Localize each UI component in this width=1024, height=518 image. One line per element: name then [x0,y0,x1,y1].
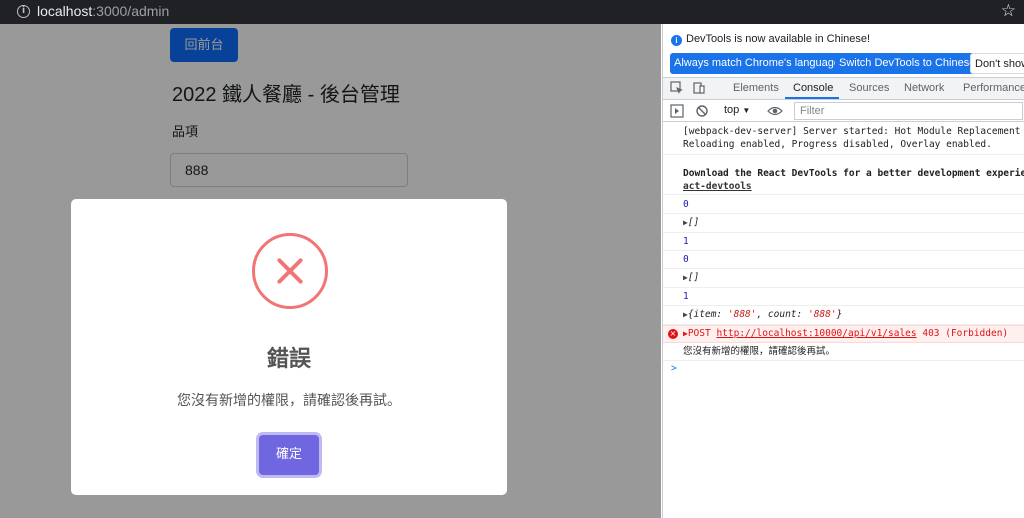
log-text: , count: [756,309,808,320]
modal-message: 您沒有新增的權限，請確認後再試。 [177,393,401,409]
tab-network[interactable]: Network [904,82,944,94]
address-bar[interactable]: i localhost:3000/admin ☆ [0,0,1024,24]
eye-icon[interactable] [767,104,783,118]
console-prompt[interactable]: > [663,361,1024,379]
context-value: top [724,104,740,116]
modal-title: 錯誤 [266,347,311,372]
log-text: {item: [687,309,728,320]
error-url-link[interactable]: http://localhost:10000/api/v1/sales [716,328,916,339]
tab-console[interactable]: Console [793,82,833,94]
error-modal: 錯誤 您沒有新增的權限，請確認後再試。 確定 [71,199,507,495]
log-text: Reloading enabled, Progress disabled, Ov… [683,139,992,150]
error-circle-icon: × [668,329,678,339]
url-text[interactable]: localhost:3000/admin [37,3,169,19]
react-devtools-link[interactable]: act-devtools [683,180,1024,193]
log-text: } [836,309,843,320]
url-path: :3000/admin [92,3,170,19]
sidebar-toggle-icon[interactable] [670,104,684,118]
error-x-icon [252,233,328,309]
clear-console-icon[interactable] [695,104,709,118]
log-error[interactable]: × ▶POST http://localhost:10000/api/v1/sa… [663,325,1024,343]
infobar-message: DevTools is now available in Chinese! [686,33,871,45]
log-text: Download the React DevTools for a better… [683,168,1024,179]
log-text: [webpack-dev-server] Server started: Hot… [683,126,1024,137]
tab-elements[interactable]: Elements [733,82,779,94]
log-string: '888' [727,309,757,320]
log-text: [] [687,217,700,228]
log-array[interactable]: ▶[] [663,269,1024,288]
filter-input[interactable]: Filter [794,102,1023,120]
devtools-infobar: i DevTools is now available in Chinese! … [663,24,1024,78]
log-value: 0 [663,251,1024,269]
log-value: 1 [663,288,1024,306]
error-status: 403 (Forbidden) [916,328,1009,339]
chevron-down-icon: ▼ [742,106,751,115]
tab-sources[interactable]: Sources [849,82,889,94]
admin-page: 回前台 2022 鐵人餐廳 - 後台管理 品項 888 錯誤 您沒有新增的權限，… [0,24,661,518]
confirm-button[interactable]: 確定 [259,435,319,475]
dont-show-button[interactable]: Don't show [970,53,1024,74]
bookmark-star-icon[interactable]: ☆ [1001,1,1016,21]
log-string: '888' [807,309,837,320]
site-info-icon[interactable]: i [17,5,30,18]
console-toolbar: top ▼ Filter [663,100,1024,122]
tab-performance[interactable]: Performance [963,82,1024,94]
log-react-devtools: Download the React DevTools for a better… [663,167,1024,195]
log-message: 您沒有新增的權限，請確認後再試。 [663,343,1024,361]
log-object[interactable]: ▶{item: '888', count: '888'} [663,306,1024,325]
log-text: [] [687,272,700,283]
device-toolbar-icon[interactable] [692,81,706,95]
url-host: localhost [37,3,93,19]
match-language-button[interactable]: Always match Chrome's language [670,53,844,74]
log-value: 0 [663,196,1024,214]
devtools-tabbar: Elements Console Sources Network Perform… [663,78,1024,100]
log-webpack: [webpack-dev-server] Server started: Hot… [663,125,1024,155]
log-array[interactable]: ▶[] [663,214,1024,233]
info-icon: i [671,35,682,46]
devtools-panel: i DevTools is now available in Chinese! … [662,24,1024,518]
error-method: POST [687,328,717,339]
inspect-element-icon[interactable] [670,81,684,95]
switch-chinese-button[interactable]: Switch DevTools to Chinese [835,53,980,74]
log-value: 1 [663,233,1024,251]
context-selector[interactable]: top ▼ [724,104,750,116]
active-tab-indicator [785,97,839,99]
